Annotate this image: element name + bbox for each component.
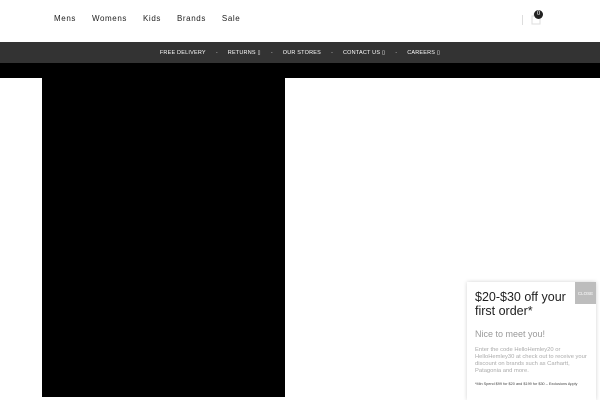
site-header: Mens Womens Kids Brands Sale 0 (0, 0, 600, 42)
contact-us-link[interactable]: CONTACT US ▯ (343, 50, 385, 56)
main-navigation: Mens Womens Kids Brands Sale (54, 14, 256, 23)
careers-link[interactable]: CAREERS ▯ (407, 50, 440, 56)
separator: - (395, 49, 398, 56)
popup-title: $20-$30 off your first order* (475, 290, 566, 318)
popup-close-button[interactable]: CLOSE (575, 282, 596, 304)
popup-fine-print: *Min Spend $99 for $20 and $199 for $30 … (475, 382, 578, 386)
our-stores-link[interactable]: OUR STORES (283, 50, 321, 56)
free-delivery-link[interactable]: FREE DELIVERY (160, 50, 206, 56)
separator: - (270, 49, 273, 56)
nav-brands[interactable]: Brands (177, 14, 206, 23)
separator: - (215, 49, 218, 56)
returns-link[interactable]: RETURNS ▯ (228, 50, 261, 56)
announcement-strip (0, 63, 600, 78)
hero-image[interactable] (42, 78, 285, 397)
popup-subtitle: Nice to meet you! (475, 329, 546, 339)
header-divider (522, 15, 523, 25)
nav-kids[interactable]: Kids (143, 14, 161, 23)
cart-count-badge: 0 (534, 10, 543, 19)
separator: - (330, 49, 333, 56)
nav-mens[interactable]: Mens (54, 14, 76, 23)
nav-sale[interactable]: Sale (222, 14, 240, 23)
nav-womens[interactable]: Womens (92, 14, 127, 23)
popup-body: Enter the code HelloHemley20 or HelloHem… (475, 347, 587, 374)
utility-bar: FREE DELIVERY - RETURNS ▯ - OUR STORES -… (0, 42, 600, 63)
